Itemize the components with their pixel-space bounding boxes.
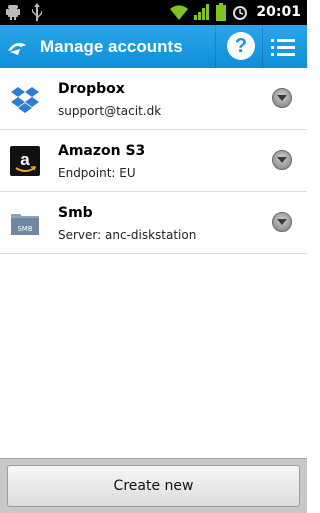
list-menu-icon[interactable] — [271, 37, 295, 57]
dropbox-icon — [11, 87, 39, 113]
svg-text:SMB: SMB — [17, 225, 32, 233]
smb-folder-icon: SMB — [11, 214, 39, 235]
action-separator — [215, 25, 216, 68]
help-button[interactable]: ? — [227, 32, 255, 60]
account-row-smb[interactable]: SMB Smb Server: anc-diskstation — [0, 192, 307, 254]
battery-icon — [216, 3, 227, 21]
account-subtitle: Endpoint: EU — [58, 166, 136, 180]
wifi-icon — [170, 5, 189, 20]
alarm-icon — [233, 6, 248, 20]
account-subtitle: Server: anc-diskstation — [58, 228, 197, 242]
create-new-button[interactable]: Create new — [7, 465, 300, 507]
status-time: 20:01 — [256, 4, 301, 20]
account-title: Amazon S3 — [58, 143, 146, 159]
account-title: Smb — [58, 205, 93, 221]
app-logo-icon[interactable] — [6, 37, 28, 57]
amazon-icon: a — [10, 146, 40, 176]
usb-icon — [32, 3, 42, 21]
account-row-dropbox[interactable]: Dropbox support@tacit.dk — [0, 68, 307, 130]
status-bar: 20:01 — [0, 0, 307, 25]
account-row-amazon[interactable]: a Amazon S3 Endpoint: EU — [0, 130, 307, 192]
chevron-down-icon[interactable] — [272, 212, 292, 232]
account-subtitle: support@tacit.dk — [58, 104, 162, 118]
signal-icon — [194, 4, 210, 20]
android-debug-icon — [6, 5, 20, 20]
account-title: Dropbox — [58, 81, 125, 97]
chevron-down-icon[interactable] — [272, 150, 292, 170]
action-separator — [262, 25, 263, 68]
accounts-list: Dropbox support@tacit.dk a Amazon S3 End… — [0, 68, 307, 254]
bottom-bar: Create new — [0, 458, 307, 513]
svg-text:a: a — [20, 150, 30, 169]
page-title: Manage accounts — [40, 37, 183, 56]
chevron-down-icon[interactable] — [272, 88, 292, 108]
action-bar: Manage accounts ? — [0, 25, 307, 69]
